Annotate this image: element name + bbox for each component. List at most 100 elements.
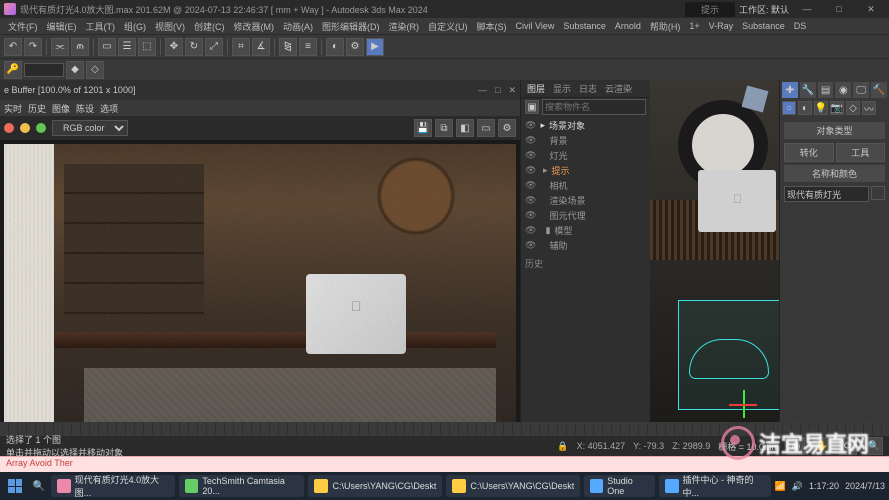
scale-button[interactable]: ⤢ (205, 38, 223, 56)
fb-tab-live[interactable]: 实时 (4, 102, 22, 115)
tree-root[interactable]: 👁▸场景对象 (525, 118, 646, 133)
render-button[interactable]: ▶ (366, 38, 384, 56)
tree-search[interactable] (542, 99, 646, 115)
tree-tab-layer[interactable]: 图层 (527, 82, 545, 95)
menu-create[interactable]: 创建(C) (190, 19, 229, 34)
channel-select[interactable]: RGB color (52, 120, 128, 136)
material-button[interactable]: ◐ (326, 38, 344, 56)
render-viewport[interactable] (0, 140, 520, 442)
modify-tab[interactable]: 🔧 (800, 82, 816, 98)
region-button[interactable]: ▭ (477, 119, 495, 137)
fb-close-button[interactable]: ✕ (508, 85, 516, 96)
taskbar-item[interactable]: TechSmith Camtasia 20... (179, 475, 304, 497)
helper-icon[interactable]: ◇ (846, 101, 860, 115)
tray-date[interactable]: 2024/7/13 (845, 481, 885, 491)
angle-snap-button[interactable]: ∡ (252, 38, 270, 56)
mirror-button[interactable]: ⧎ (279, 38, 297, 56)
tray-time[interactable]: 1:17:20 (809, 481, 839, 491)
tree-item[interactable]: 👁 背景 (525, 133, 646, 148)
fb-tab-image[interactable]: 图像 (52, 102, 70, 115)
traffic-close-icon[interactable] (4, 123, 14, 133)
save-image-button[interactable]: 💾 (414, 119, 432, 137)
menu-file[interactable]: 文件(F) (4, 19, 42, 34)
tool-a[interactable]: ◆ (66, 61, 84, 79)
rotate-button[interactable]: ↻ (185, 38, 203, 56)
menu-tools[interactable]: 工具(T) (82, 19, 120, 34)
object-type-header[interactable]: 对象类型 (784, 122, 885, 139)
taskbar-item[interactable]: C:\Users\YANG\CG\Deskt (446, 475, 580, 497)
tree-item[interactable]: 👁 相机 (525, 178, 646, 193)
tray-wifi-icon[interactable]: 📶 (775, 481, 786, 492)
utilities-tab[interactable]: 🔨 (871, 82, 887, 98)
fb-max-button[interactable]: □ (495, 85, 500, 96)
help-search[interactable]: 提示 (685, 2, 735, 17)
fb-settings-button[interactable]: ⚙ (498, 119, 516, 137)
nav-orbit-button[interactable]: ⟳ (839, 437, 857, 455)
shape-icon[interactable]: ◐ (798, 101, 812, 115)
create-tab[interactable]: ✚ (782, 82, 798, 98)
minimize-button[interactable]: — (793, 4, 821, 14)
menu-render[interactable]: 渲染(R) (385, 19, 424, 34)
viewcube[interactable] (735, 84, 775, 124)
hierarchy-tab[interactable]: ▤ (818, 82, 834, 98)
menu-ds[interactable]: DS (790, 20, 811, 32)
tree-item[interactable]: 👁 ▸提示 (525, 163, 646, 178)
tree-tab-cloud[interactable]: 云渲染 (605, 82, 632, 95)
move-button[interactable]: ✥ (165, 38, 183, 56)
tree-item[interactable]: 👁 ▮模型 (525, 223, 646, 238)
light-icon[interactable]: 💡 (814, 101, 828, 115)
traffic-max-icon[interactable] (36, 123, 46, 133)
render-setup-button[interactable]: ⚙ (346, 38, 364, 56)
tools-button[interactable]: 工具 (836, 143, 886, 162)
start-button[interactable] (4, 474, 27, 498)
workspace-label[interactable]: 工作区: 默认 (739, 3, 789, 16)
maximize-button[interactable]: □ (825, 4, 853, 14)
select-rect-button[interactable]: ⬚ (138, 38, 156, 56)
motion-tab[interactable]: ◉ (835, 82, 851, 98)
tree-filter-icon[interactable]: ▣ (525, 100, 539, 114)
tree-item[interactable]: 👁 渲染场景 (525, 193, 646, 208)
convert-button[interactable]: 转化 (784, 143, 834, 162)
tree-item[interactable]: 👁 图元代理 (525, 208, 646, 223)
color-swatch[interactable] (871, 186, 885, 200)
key-button[interactable]: 🔑 (4, 61, 22, 79)
isolate-button[interactable]: ◉ (787, 437, 805, 455)
menu-civil[interactable]: Civil View (512, 20, 559, 32)
redo-button[interactable]: ↷ (24, 38, 42, 56)
menu-help[interactable]: 帮助(H) (646, 19, 685, 34)
fb-tab-layout[interactable]: 陈设 (76, 102, 94, 115)
menu-view[interactable]: 视图(V) (151, 19, 189, 34)
menu-arnold[interactable]: Arnold (611, 20, 645, 32)
unlink-button[interactable]: ⫙ (71, 38, 89, 56)
align-button[interactable]: ≡ (299, 38, 317, 56)
select-button[interactable]: ▭ (98, 38, 116, 56)
fb-min-button[interactable]: — (478, 85, 487, 96)
link-button[interactable]: ⫘ (51, 38, 69, 56)
menu-edit[interactable]: 编辑(E) (43, 19, 81, 34)
geom-icon[interactable]: ○ (782, 101, 796, 115)
taskbar-item[interactable]: Studio One (584, 475, 655, 497)
spinner-1[interactable] (24, 63, 64, 77)
fb-tab-history[interactable]: 历史 (28, 102, 46, 115)
menu-modifier[interactable]: 修改器(M) (230, 19, 279, 34)
z-coord[interactable]: Z: 2989.9 (672, 441, 710, 451)
undo-button[interactable]: ↶ (4, 38, 22, 56)
menu-plus[interactable]: 1+ (685, 20, 703, 32)
tray-sound-icon[interactable]: 🔊 (792, 481, 803, 492)
search-icon[interactable]: 🔍 (31, 477, 48, 495)
x-coord[interactable]: X: 4051.427 (577, 441, 626, 451)
traffic-min-icon[interactable] (20, 123, 30, 133)
menu-substance2[interactable]: Substance (738, 20, 789, 32)
tool-b[interactable]: ◇ (86, 61, 104, 79)
tree-item[interactable]: 👁 灯光 (525, 148, 646, 163)
clone-button[interactable]: ⧉ (435, 119, 453, 137)
object-name-input[interactable] (784, 186, 869, 202)
select-name-button[interactable]: ☰ (118, 38, 136, 56)
y-coord[interactable]: Y: -79.3 (633, 441, 664, 451)
tree-item[interactable]: 👁 辅助 (525, 238, 646, 253)
menu-substance[interactable]: Substance (559, 20, 610, 32)
camera-icon[interactable]: 📷 (830, 101, 844, 115)
name-color-header[interactable]: 名称和颜色 (784, 165, 885, 182)
fb-tab-options[interactable]: 选项 (100, 102, 118, 115)
lock-icon[interactable]: 🔒 (557, 441, 568, 452)
